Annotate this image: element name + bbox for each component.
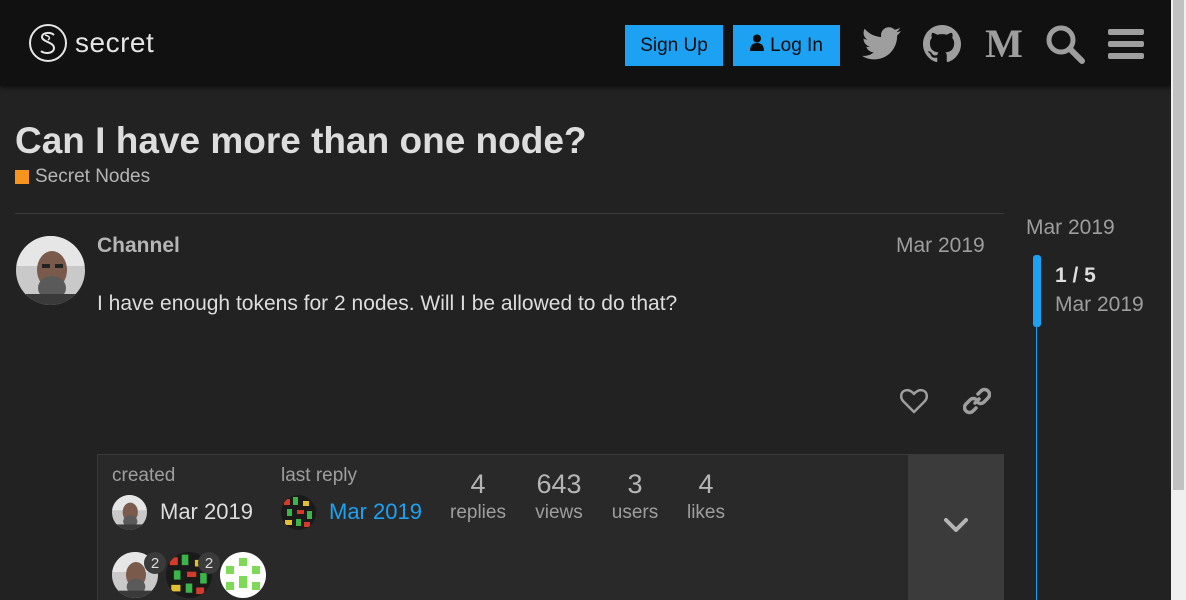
sign-up-button[interactable]: Sign Up xyxy=(625,25,723,66)
created-label: created xyxy=(112,465,176,486)
timeline-position: 1 / 5 xyxy=(1055,264,1096,287)
github-icon[interactable] xyxy=(920,22,964,66)
timeline-handle[interactable] xyxy=(1033,255,1041,327)
scrollbar-thumb[interactable] xyxy=(1173,0,1184,490)
stat-views-value: 643 xyxy=(536,469,582,499)
stat-replies-label: replies xyxy=(450,502,506,523)
participant-post-count: 2 xyxy=(144,552,166,574)
last-reply-label: last reply xyxy=(281,465,358,486)
last-reply-avatar[interactable] xyxy=(281,495,316,530)
site-header: secret Sign Up Log In M xyxy=(0,0,1171,86)
expand-topic-map-button[interactable] xyxy=(908,455,1004,600)
stat-users-label: users xyxy=(611,502,659,523)
creator-avatar[interactable] xyxy=(112,495,147,530)
category-link[interactable]: Secret Nodes xyxy=(15,166,150,188)
stat-users: 3 users xyxy=(600,469,670,524)
stat-likes: 4 likes xyxy=(671,469,741,524)
logo-text: secret xyxy=(75,27,155,58)
stat-replies: 4 replies xyxy=(443,469,513,524)
category-name: Secret Nodes xyxy=(35,166,151,187)
topic-title[interactable]: Can I have more than one node? xyxy=(15,120,587,162)
site-logo[interactable]: secret xyxy=(29,24,154,62)
twitter-icon[interactable] xyxy=(860,22,904,66)
log-in-button[interactable]: Log In xyxy=(733,25,840,66)
stat-replies-value: 4 xyxy=(470,469,486,499)
post-username[interactable]: Channel xyxy=(97,234,180,258)
last-reply-date[interactable]: Mar 2019 xyxy=(329,499,422,525)
page-scrollbar[interactable] xyxy=(1171,0,1186,600)
category-color-swatch xyxy=(15,170,29,184)
participant-avatar[interactable] xyxy=(220,552,266,598)
search-icon[interactable] xyxy=(1043,22,1087,66)
stat-users-value: 3 xyxy=(627,469,643,499)
like-heart-icon[interactable] xyxy=(896,383,932,419)
stat-likes-label: likes xyxy=(686,502,725,523)
chevron-down-icon xyxy=(943,517,969,538)
post-date[interactable]: Mar 2019 xyxy=(896,234,985,258)
log-in-label: Log In xyxy=(770,34,823,56)
participant-post-count: 2 xyxy=(198,552,220,574)
secret-logo-icon xyxy=(29,24,67,62)
created-date[interactable]: Mar 2019 xyxy=(160,499,253,525)
post-body: I have enough tokens for 2 nodes. Will I… xyxy=(97,292,678,315)
medium-icon[interactable]: M xyxy=(982,22,1026,66)
hamburger-menu-icon[interactable] xyxy=(1104,22,1148,66)
author-avatar[interactable] xyxy=(16,236,85,305)
timeline-current-date: Mar 2019 xyxy=(1055,293,1144,316)
stat-views-label: views xyxy=(535,502,583,523)
user-icon xyxy=(750,34,765,57)
divider xyxy=(15,213,1004,214)
share-link-icon[interactable] xyxy=(959,383,995,419)
stat-likes-value: 4 xyxy=(698,469,714,499)
timeline-start-date[interactable]: Mar 2019 xyxy=(1026,216,1115,240)
stat-views: 643 views xyxy=(524,469,594,524)
topic-map: created Mar 2019 last reply Mar 2019 4 r… xyxy=(97,454,1004,600)
